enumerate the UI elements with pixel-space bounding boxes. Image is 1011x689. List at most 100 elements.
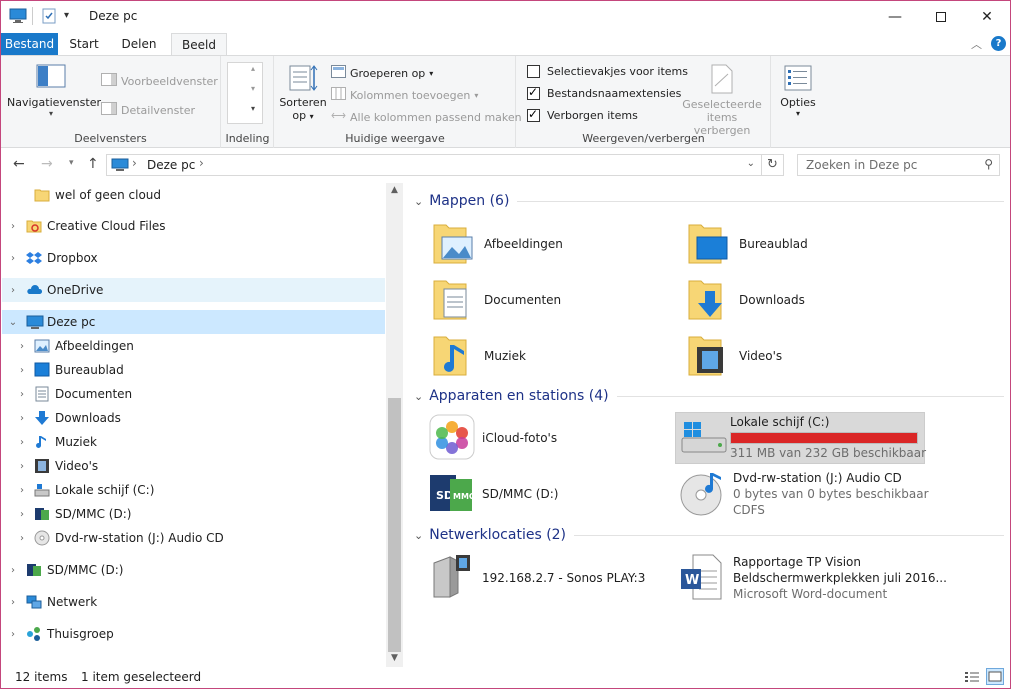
recent-locations-icon[interactable]: ▾ [69, 158, 74, 168]
fit-columns-button[interactable]: Alle kolommen passend maken [331, 109, 522, 125]
refresh-icon[interactable]: ↻ [761, 155, 783, 175]
gallery-up-icon[interactable]: ▴ [251, 64, 255, 73]
back-arrow-icon[interactable]: ← [13, 156, 25, 172]
nav-item-thuisgroep[interactable]: › Thuisgroep [2, 622, 385, 646]
chevron-right-icon[interactable]: › [7, 629, 19, 640]
hidden-items-checkbox[interactable] [527, 107, 540, 122]
chevron-down-icon[interactable]: ⌄ [414, 390, 423, 403]
nav-item-afbeeldingen[interactable]: › Afbeeldingen [2, 334, 385, 358]
tab-delen[interactable]: Delen [113, 33, 165, 56]
up-arrow-icon[interactable]: ↑ [87, 156, 99, 172]
item-checkboxes-checkbox[interactable] [527, 65, 540, 78]
collapse-ribbon-icon[interactable]: ︿ [971, 36, 982, 52]
properties-icon[interactable] [41, 8, 57, 27]
chevron-down-icon[interactable]: ⌄ [414, 529, 423, 542]
close-button[interactable]: ✕ [964, 1, 1010, 32]
sort-by-button[interactable]: Sorteren op ▾ [279, 64, 327, 122]
nav-item-dropbox[interactable]: › Dropbox [2, 246, 385, 270]
chevron-right-icon[interactable]: › [16, 341, 28, 352]
group-header-devices[interactable]: ⌄ Apparaten en stations (4) [414, 388, 1004, 404]
breadcrumb-separator-icon[interactable]: › [132, 156, 137, 170]
scroll-up-icon[interactable]: ▲ [386, 185, 403, 195]
chevron-right-icon[interactable]: › [16, 365, 28, 376]
layout-gallery[interactable] [227, 62, 263, 124]
folder-tile[interactable]: Muziek [430, 331, 660, 383]
group-header-folders[interactable]: ⌄ Mappen (6) [414, 193, 1004, 209]
chevron-right-icon[interactable]: › [7, 565, 19, 576]
nav-item-bureaublad[interactable]: › Bureaublad [2, 358, 385, 382]
chevron-right-icon[interactable]: › [16, 389, 28, 400]
details-pane-button[interactable]: Detailvenster [101, 102, 195, 118]
scroll-down-icon[interactable]: ▼ [386, 653, 403, 663]
search-icon[interactable]: ⚲ [984, 157, 993, 171]
folder-tile[interactable]: Bureaublad [685, 219, 915, 271]
checkbox-item-checkboxes[interactable]: Selectievakjes voor items [527, 65, 688, 78]
nav-item-videos[interactable]: › Video's [2, 454, 385, 478]
chevron-right-icon[interactable]: › [16, 533, 28, 544]
nav-item-documenten[interactable]: › Documenten [2, 382, 385, 406]
details-view-icon[interactable] [964, 670, 980, 684]
nav-item-sd-mmc[interactable]: › SD/MMC (D:) [2, 502, 385, 526]
chevron-right-icon[interactable]: › [16, 437, 28, 448]
chevron-right-icon[interactable]: › [16, 509, 28, 520]
device-tile[interactable]: Dvd-rw-station (J:) Audio CD 0 bytes van… [679, 469, 979, 523]
device-tile[interactable]: iCloud-foto's [428, 413, 664, 465]
chevron-right-icon[interactable]: › [16, 461, 28, 472]
file-extensions-checkbox[interactable] [527, 85, 540, 100]
chevron-right-icon[interactable]: › [7, 597, 19, 608]
computer-icon[interactable] [9, 8, 27, 27]
options-button[interactable]: Opties ▾ [776, 64, 820, 118]
search-box[interactable]: Zoeken in Deze pc ⚲ [797, 154, 1000, 176]
checkbox-hidden-items[interactable]: Verborgen items [527, 107, 638, 122]
nav-item-netwerk[interactable]: › Netwerk [2, 590, 385, 614]
chevron-right-icon[interactable]: › [7, 221, 19, 232]
tab-beeld[interactable]: Beeld [171, 33, 227, 56]
folder-tile[interactable]: Video's [685, 331, 915, 383]
nav-scrollbar[interactable]: ▲ ▼ [386, 183, 403, 667]
network-tile[interactable]: 192.168.2.7 - Sonos PLAY:3 [428, 553, 664, 605]
address-history-dropdown-icon[interactable]: ⌄ [747, 158, 755, 169]
hide-selected-button[interactable]: Geselecteerde items verbergen [677, 64, 767, 137]
minimize-button[interactable]: — [872, 1, 918, 32]
device-tile[interactable]: SD MMC SD/MMC (D:) [428, 469, 664, 521]
chevron-right-icon[interactable]: › [16, 485, 28, 496]
device-tile-lokale-schijf[interactable]: Lokale schijf (C:) 311 MB van 232 GB bes… [675, 412, 926, 464]
chevron-down-icon[interactable]: ⌄ [7, 317, 19, 328]
nav-item-creative-cloud[interactable]: › Creative Cloud Files [2, 214, 385, 238]
navigation-pane-button[interactable]: Navigatievenster ▾ [7, 64, 101, 118]
nav-item-deze-pc[interactable]: ⌄ Deze pc [2, 310, 385, 334]
group-by-button[interactable]: Groeperen op ▾ [331, 65, 433, 81]
nav-item-onedrive[interactable]: › OneDrive [2, 278, 385, 302]
nav-item-lokale-schijf[interactable]: › Lokale schijf (C:) [2, 478, 385, 502]
gallery-more-icon[interactable]: ▾ [251, 104, 255, 113]
chevron-right-icon[interactable]: › [16, 413, 28, 424]
network-tile[interactable]: W Rapportage TP Vision Beldschermwerkple… [679, 553, 979, 607]
nav-item-downloads[interactable]: › Downloads [2, 406, 385, 430]
checkbox-file-extensions[interactable]: Bestandsnaamextensies [527, 85, 681, 100]
breadcrumb-separator-icon[interactable]: › [199, 156, 204, 170]
breadcrumb-deze-pc[interactable]: Deze pc [147, 158, 195, 172]
chevron-right-icon[interactable]: › [7, 253, 19, 264]
preview-pane-button[interactable]: Voorbeeldvenster [101, 73, 218, 89]
gallery-down-icon[interactable]: ▾ [251, 84, 255, 93]
address-bar[interactable]: › Deze pc › ⌄ ↻ [106, 154, 784, 176]
group-header-network[interactable]: ⌄ Netwerklocaties (2) [414, 527, 1004, 543]
chevron-right-icon[interactable]: › [7, 285, 19, 296]
maximize-button[interactable] [918, 1, 964, 32]
folder-tile[interactable]: Afbeeldingen [430, 219, 660, 271]
add-columns-button[interactable]: Kolommen toevoegen ▾ [331, 87, 478, 103]
tab-start[interactable]: Start [61, 33, 107, 56]
help-icon[interactable]: ? [991, 36, 1006, 51]
scrollbar-thumb[interactable] [388, 398, 401, 652]
tab-bestand[interactable]: Bestand [1, 33, 58, 56]
chevron-down-icon[interactable]: ⌄ [414, 195, 423, 208]
forward-arrow-icon[interactable]: → [41, 156, 53, 172]
folder-tile[interactable]: Downloads [685, 275, 915, 327]
nav-item-dvd-rw[interactable]: › Dvd-rw-station (J:) Audio CD [2, 526, 385, 550]
customize-dropdown-icon[interactable]: ▾ [64, 10, 69, 21]
large-icons-view-icon[interactable] [986, 668, 1004, 685]
nav-item-muziek[interactable]: › Muziek [2, 430, 385, 454]
nav-item-wel-of-geen-cloud[interactable]: wel of geen cloud [2, 183, 385, 207]
folder-tile[interactable]: Documenten [430, 275, 660, 327]
nav-item-sd-mmc-root[interactable]: › SD/MMC (D:) [2, 558, 385, 582]
